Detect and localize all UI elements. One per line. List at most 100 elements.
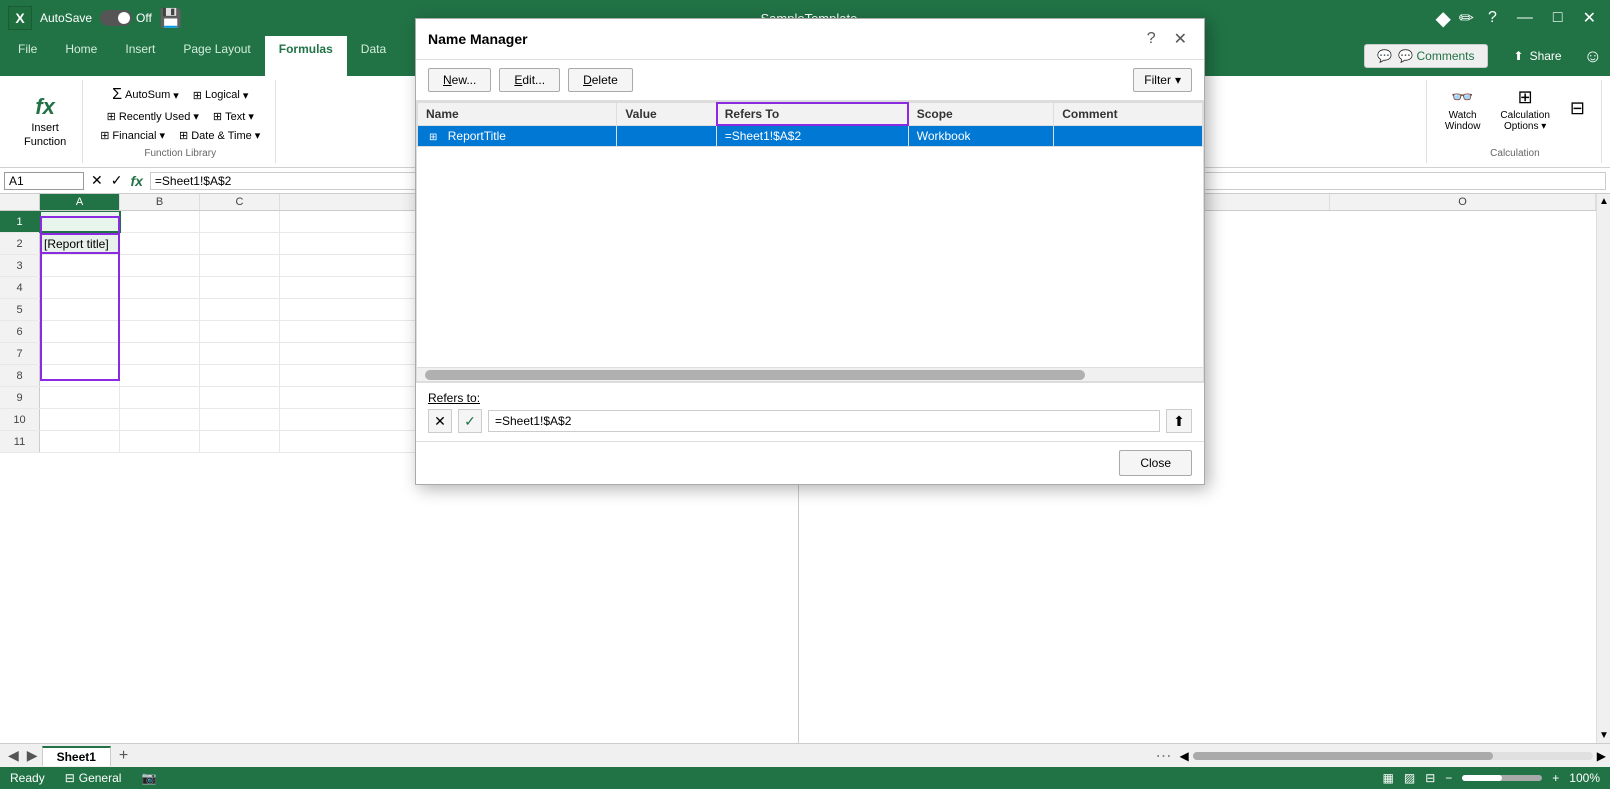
financial-button[interactable]: ⊞ Financial ▾ bbox=[95, 127, 170, 144]
cell-c3[interactable] bbox=[200, 255, 280, 276]
tab-data[interactable]: Data bbox=[347, 36, 400, 76]
sheet-nav-next[interactable]: ▶ bbox=[23, 747, 42, 764]
cell-c5[interactable] bbox=[200, 299, 280, 320]
confirm-formula-btn[interactable]: ✓ bbox=[108, 172, 126, 189]
cell-b4[interactable] bbox=[120, 277, 200, 298]
col-header-c[interactable]: C bbox=[200, 194, 280, 210]
zoom-slider[interactable] bbox=[1462, 775, 1542, 781]
cell-b11[interactable] bbox=[120, 431, 200, 452]
page-layout-btn[interactable]: ▨ bbox=[1404, 771, 1415, 785]
cell-a5[interactable] bbox=[40, 299, 120, 320]
cell-a1[interactable] bbox=[40, 211, 120, 232]
smiley-icon[interactable]: ☺ bbox=[1584, 46, 1602, 67]
col-header-o[interactable]: O bbox=[1330, 194, 1596, 210]
cell-b3[interactable] bbox=[120, 255, 200, 276]
h-scroll-left[interactable]: ◀ bbox=[1180, 749, 1189, 763]
name-box[interactable] bbox=[4, 172, 84, 190]
cell-c10[interactable] bbox=[200, 409, 280, 430]
sheet-nav-prev[interactable]: ◀ bbox=[4, 747, 23, 764]
cell-c2[interactable] bbox=[200, 233, 280, 254]
watch-window-button[interactable]: 👓 WatchWindow bbox=[1439, 84, 1487, 135]
horizontal-scrollbar[interactable] bbox=[417, 367, 1203, 381]
cell-c9[interactable] bbox=[200, 387, 280, 408]
comments-button[interactable]: 💬 💬 Comments bbox=[1364, 44, 1487, 68]
zoom-out-btn[interactable]: − bbox=[1445, 771, 1452, 785]
table-row[interactable]: ⊞ ReportTitle =Sheet1!$A$2 Workbook bbox=[418, 126, 1203, 147]
zoom-in-btn[interactable]: + bbox=[1552, 771, 1559, 785]
name-manager-dialog[interactable]: Name Manager ? ✕ New... Edit... Delete F… bbox=[415, 18, 1205, 485]
calc-now-button[interactable]: ⊟ bbox=[1564, 95, 1591, 124]
cell-a9[interactable] bbox=[40, 387, 120, 408]
col-header-a[interactable]: A bbox=[40, 194, 120, 210]
page-break-btn[interactable]: ⊟ bbox=[1425, 771, 1435, 785]
h-scroll-thumb[interactable] bbox=[1193, 752, 1493, 760]
cell-a7[interactable] bbox=[40, 343, 120, 364]
help-button[interactable]: ? bbox=[1482, 7, 1503, 29]
tab-formulas[interactable]: Formulas bbox=[265, 36, 347, 76]
refers-to-field[interactable] bbox=[488, 410, 1160, 432]
recently-used-button[interactable]: ⊞ Recently Used ▾ bbox=[102, 108, 204, 125]
add-sheet-button[interactable]: + bbox=[113, 747, 134, 765]
zoom-thumb[interactable] bbox=[1462, 775, 1502, 781]
h-scrollbar[interactable]: ◀ ▶ bbox=[1180, 749, 1606, 763]
cell-b9[interactable] bbox=[120, 387, 200, 408]
maximize-button[interactable]: □ bbox=[1547, 7, 1569, 29]
cell-b1[interactable] bbox=[120, 211, 200, 232]
calc-options-button[interactable]: ⊞ CalculationOptions ▾ bbox=[1494, 84, 1555, 135]
sheet-tab-sheet1[interactable]: Sheet1 bbox=[42, 746, 111, 766]
cell-c11[interactable] bbox=[200, 431, 280, 452]
cell-c8[interactable] bbox=[200, 365, 280, 386]
insert-function-button[interactable]: fx InsertFunction bbox=[18, 91, 72, 151]
vertical-scrollbar[interactable]: ▲ ▼ bbox=[1596, 194, 1610, 743]
close-button[interactable]: ✕ bbox=[1577, 6, 1602, 30]
cell-a11[interactable] bbox=[40, 431, 120, 452]
tab-home[interactable]: Home bbox=[51, 36, 111, 76]
cell-a10[interactable] bbox=[40, 409, 120, 430]
tab-page-layout[interactable]: Page Layout bbox=[169, 36, 264, 76]
cell-c6[interactable] bbox=[200, 321, 280, 342]
minimize-button[interactable]: — bbox=[1511, 7, 1539, 29]
cell-b6[interactable] bbox=[120, 321, 200, 342]
scroll-down-btn[interactable]: ▼ bbox=[1597, 728, 1610, 743]
delete-button[interactable]: Delete bbox=[568, 68, 633, 92]
datetime-button[interactable]: ⊞ Date & Time ▾ bbox=[174, 127, 265, 144]
scroll-up-btn[interactable]: ▲ bbox=[1597, 194, 1610, 209]
cell-b8[interactable] bbox=[120, 365, 200, 386]
refers-to-expand-btn[interactable]: ⬆ bbox=[1166, 409, 1192, 433]
cell-c1[interactable] bbox=[200, 211, 280, 232]
cell-c7[interactable] bbox=[200, 343, 280, 364]
cell-c4[interactable] bbox=[200, 277, 280, 298]
edit-button[interactable]: Edit... bbox=[499, 68, 560, 92]
tab-insert[interactable]: Insert bbox=[111, 36, 169, 76]
new-button[interactable]: New... bbox=[428, 68, 491, 92]
autosave-toggle[interactable]: Off bbox=[100, 10, 152, 26]
cancel-formula-btn[interactable]: ✕ bbox=[88, 172, 106, 189]
tab-file[interactable]: File bbox=[4, 36, 51, 76]
cell-a4[interactable] bbox=[40, 277, 120, 298]
autosum-button[interactable]: Σ AutoSum ▾ bbox=[107, 84, 184, 106]
cell-a3[interactable] bbox=[40, 255, 120, 276]
refers-to-confirm-btn[interactable]: ✓ bbox=[458, 409, 482, 433]
logical-button[interactable]: ⊞ Logical ▾ bbox=[188, 87, 254, 104]
close-dialog-button[interactable]: Close bbox=[1119, 450, 1192, 476]
normal-view-btn[interactable]: ▦ bbox=[1383, 771, 1394, 785]
cell-b5[interactable] bbox=[120, 299, 200, 320]
cell-a8[interactable] bbox=[40, 365, 120, 386]
filter-button[interactable]: Filter ▾ bbox=[1133, 68, 1192, 92]
cell-b7[interactable] bbox=[120, 343, 200, 364]
share-button[interactable]: ⬆ Share bbox=[1502, 45, 1574, 67]
cell-b10[interactable] bbox=[120, 409, 200, 430]
photo-icon[interactable]: 📷 bbox=[141, 771, 156, 785]
h-scroll-right[interactable]: ▶ bbox=[1597, 749, 1606, 763]
save-icon[interactable]: 💾 bbox=[160, 8, 182, 29]
col-header-b[interactable]: B bbox=[120, 194, 200, 210]
dialog-help-btn[interactable]: ? bbox=[1142, 27, 1161, 51]
toggle-switch[interactable] bbox=[100, 10, 132, 26]
refers-to-cancel-btn[interactable]: ✕ bbox=[428, 409, 452, 433]
fx-formula-btn[interactable]: fx bbox=[127, 172, 145, 189]
scrollbar-thumb[interactable] bbox=[425, 370, 1085, 380]
dialog-close-btn[interactable]: ✕ bbox=[1169, 27, 1192, 51]
cell-a2[interactable]: [Report title] bbox=[40, 233, 120, 254]
cell-a6[interactable] bbox=[40, 321, 120, 342]
text-button[interactable]: ⊞ Text ▾ bbox=[208, 108, 259, 125]
